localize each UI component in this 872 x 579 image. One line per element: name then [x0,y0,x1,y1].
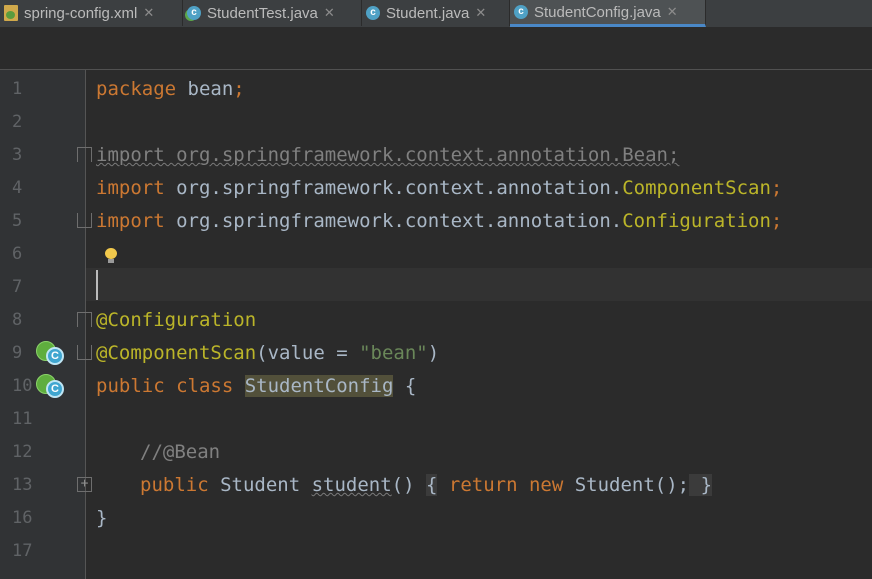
line-number: 16 [12,508,33,528]
line-number: 7 [12,277,23,297]
method-name: student [311,474,392,496]
paren: ) [427,342,440,364]
runnable-class-icon: c [187,6,201,20]
editor-tab-bar: spring-config.xml ✕ c StudentTest.java ✕… [0,0,872,27]
annotation: @Configuration [96,309,257,331]
class-ref: ComponentScan [622,177,771,199]
comment: //@Bean [140,441,221,463]
spring-bean-icon[interactable]: C [36,339,66,367]
line-number: 3 [12,145,23,165]
tab-label: StudentConfig.java [534,3,661,21]
brace: { [393,375,417,397]
semicolon: ; [770,210,783,232]
keyword: import [96,177,165,199]
package-path: org.springframework.context.annotation. [164,210,623,232]
class-icon: c [366,6,380,20]
line-number: 2 [12,112,23,132]
line-number: 13 [12,475,33,495]
line-number: 6 [12,244,23,264]
editor-header-strip [0,27,872,70]
code-line-13: public Student student() { return new St… [140,469,713,502]
code-line-8: @Configuration [96,304,256,337]
constructor-call: Student(); [574,474,690,496]
type-name: Student [220,474,312,496]
line-number: 17 [12,541,33,561]
class-name: StudentConfig [244,375,394,397]
semicolon: ; [770,177,783,199]
close-icon[interactable]: ✕ [667,5,678,20]
string-literal: "bean" [359,342,428,364]
code-line-10: public class StudentConfig { [96,370,416,403]
line-number: 1 [12,79,23,99]
close-icon[interactable]: ✕ [324,6,335,21]
tab-studenttest-java[interactable]: c StudentTest.java ✕ [183,0,362,26]
parens: () [391,474,426,496]
code-line-1: package bean; [96,73,245,106]
code-line-5: import org.springframework.context.annot… [96,205,782,238]
code-line-9: @ComponentScan(value = "bean") [96,337,439,370]
tab-studentconfig-java[interactable]: c StudentConfig.java ✕ [510,0,706,27]
line-number: 12 [12,442,33,462]
tab-spring-config-xml[interactable]: spring-config.xml ✕ [0,0,183,26]
tab-label: spring-config.xml [24,4,138,22]
class-icon: C [46,380,64,398]
code-line-12: //@Bean [140,436,220,469]
tab-label: Student.java [386,4,470,22]
brace: } [96,507,108,529]
folded-brace[interactable]: { [426,474,438,496]
tab-student-java[interactable]: c Student.java ✕ [362,0,510,26]
line-number: 11 [12,409,33,429]
class-icon: C [46,347,64,365]
class-ref: Configuration [622,210,771,232]
text-caret [96,270,98,300]
semicolon: ; [233,78,245,100]
folded-brace[interactable]: } [689,474,713,496]
close-icon[interactable]: ✕ [143,6,154,21]
annotation-args: (value = [256,342,360,364]
package-path: org.springframework.context.annotation. [164,177,623,199]
class-icon: c [514,5,528,19]
code-line-3: import org.springframework.context.annot… [96,139,679,172]
keyword: package [96,78,177,100]
spring-bean-icon[interactable]: C [36,372,66,400]
current-line-highlight [86,268,872,301]
code-line-16: } [96,502,107,535]
keyword: public [140,474,221,496]
keyword: return new [437,474,575,496]
keyword: import [96,210,165,232]
spring-xml-file-icon [4,5,18,21]
tab-label: StudentTest.java [207,4,318,22]
keyword: public class [96,375,245,397]
package-name: bean [176,78,234,100]
annotation: @ComponentScan [96,342,257,364]
line-number: 4 [12,178,23,198]
unused-import: import org.springframework.context.annot… [96,144,680,166]
close-icon[interactable]: ✕ [475,6,486,21]
line-number: 8 [12,310,23,330]
code-line-4: import org.springframework.context.annot… [96,172,782,205]
line-number: 5 [12,211,23,231]
lightbulb-icon[interactable] [104,248,118,264]
